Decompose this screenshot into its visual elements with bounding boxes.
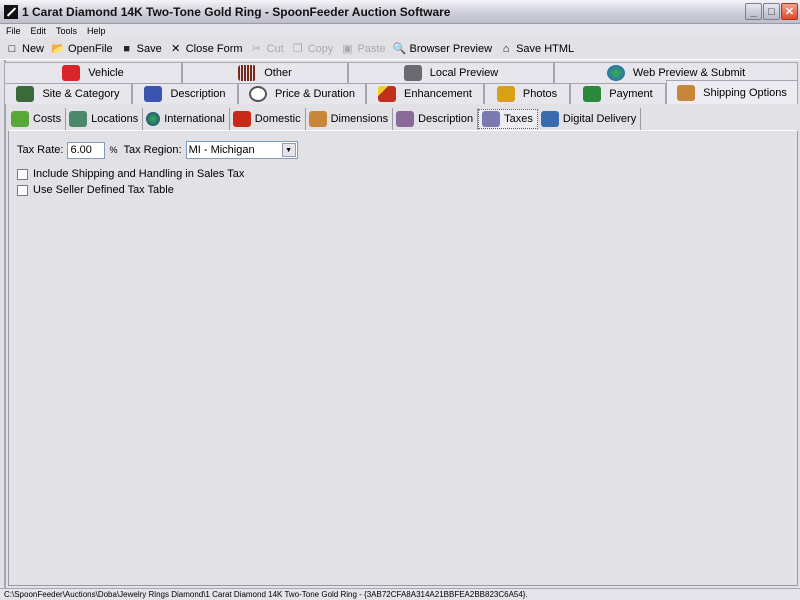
folder-open-icon: 📂 xyxy=(51,43,65,55)
building-icon xyxy=(69,111,88,127)
magnifier-icon: 🔍 xyxy=(392,43,407,55)
include-shipping-row[interactable]: Include Shipping and Handling in Sales T… xyxy=(17,168,244,180)
tree-icon xyxy=(16,86,35,102)
tab-payment[interactable]: Payment xyxy=(570,83,666,104)
car-icon xyxy=(62,65,81,81)
new-file-icon: □ xyxy=(8,42,16,55)
save-html-button[interactable]: ⌂ Save HTML xyxy=(500,43,574,55)
percent-label: % xyxy=(109,145,118,155)
shapes-icon xyxy=(396,111,415,127)
maximize-button[interactable]: □ xyxy=(763,3,780,20)
tab-row-2: Site & Category Description Price & Dura… xyxy=(4,80,798,104)
include-shipping-label: Include Shipping and Handling in Sales T… xyxy=(33,168,245,180)
film-icon xyxy=(496,86,515,102)
menu-file[interactable]: File xyxy=(0,26,25,36)
minimize-button[interactable]: _ xyxy=(745,3,762,20)
subtab-description[interactable]: Description xyxy=(393,108,479,130)
shipping-subtabs: Costs Locations International Domestic D… xyxy=(8,108,642,130)
close-button[interactable]: ✕ xyxy=(781,3,798,20)
clock-icon xyxy=(248,86,267,102)
new-button[interactable]: □ New xyxy=(6,43,44,55)
subtab-taxes[interactable]: Taxes xyxy=(478,109,538,129)
tax-fields-row: Tax Rate: 6.00 % Tax Region: MI - Michig… xyxy=(17,141,298,159)
tax-rate-input[interactable]: 6.00 xyxy=(67,141,106,159)
tax-region-select[interactable]: MI - Michigan ▼ xyxy=(185,141,298,159)
taxes-panel: Tax Rate: 6.00 % Tax Region: MI - Michig… xyxy=(8,130,798,586)
seller-tax-table-row[interactable]: Use Seller Defined Tax Table xyxy=(17,184,174,196)
subtab-international[interactable]: International xyxy=(143,108,230,130)
save-button[interactable]: ■ Save xyxy=(121,42,161,55)
monitor-icon xyxy=(403,65,422,81)
close-x-icon: ✕ xyxy=(171,43,181,55)
magic-wand-icon xyxy=(378,86,397,102)
tab-description[interactable]: Description xyxy=(132,83,238,104)
window-title: 1 Carat Diamond 14K Two-Tone Gold Ring -… xyxy=(22,4,451,19)
subtab-digital-delivery[interactable]: Digital Delivery xyxy=(538,108,642,130)
tax-icon xyxy=(482,111,501,127)
floppy-icon: ■ xyxy=(123,42,130,55)
dropdown-arrow-icon[interactable]: ▼ xyxy=(281,143,296,157)
include-shipping-checkbox[interactable] xyxy=(17,168,28,180)
app-icon xyxy=(4,4,18,19)
scissors-icon: ✂ xyxy=(251,43,262,55)
browser-preview-button[interactable]: 🔍 Browser Preview xyxy=(392,43,492,56)
menu-bar: File Edit Tools Help xyxy=(0,24,800,38)
globe-icon xyxy=(606,65,625,81)
digital-delivery-icon xyxy=(540,111,559,127)
subtab-costs[interactable]: Costs xyxy=(8,108,67,130)
edit-document-icon xyxy=(144,86,163,102)
subtab-domestic[interactable]: Domestic xyxy=(230,108,306,130)
open-file-button[interactable]: 📂 OpenFile xyxy=(51,43,112,56)
subtab-locations[interactable]: Locations xyxy=(66,108,144,130)
menu-edit[interactable]: Edit xyxy=(25,26,51,36)
seller-tax-table-checkbox[interactable] xyxy=(17,184,28,196)
tax-region-label: Tax Region: xyxy=(123,144,182,156)
title-bar: 1 Carat Diamond 14K Two-Tone Gold Ring -… xyxy=(0,0,800,24)
copy-button[interactable]: ❐ Copy xyxy=(292,43,334,56)
package-icon xyxy=(677,84,696,101)
paste-button[interactable]: ▣ Paste xyxy=(341,43,385,56)
tab-enhancement[interactable]: Enhancement xyxy=(366,83,484,104)
window-frame xyxy=(0,60,6,590)
clipboard-icon: ▣ xyxy=(342,43,353,55)
copy-icon: ❐ xyxy=(292,43,303,55)
tax-rate-label: Tax Rate: xyxy=(17,144,64,156)
close-form-button[interactable]: ✕ Close Form xyxy=(170,43,242,56)
subtab-dimensions[interactable]: Dimensions xyxy=(306,108,394,130)
toolbar: □ New 📂 OpenFile ■ Save ✕ Close Form ✂ Cut ❐ C… xyxy=(0,38,800,60)
menu-help[interactable]: Help xyxy=(81,26,110,36)
tab-price-duration[interactable]: Price & Duration xyxy=(238,83,366,104)
tab-vehicle[interactable]: Vehicle xyxy=(4,62,182,83)
house-icon xyxy=(232,111,251,127)
globe-icon xyxy=(146,112,161,126)
status-bar: C:\SpoonFeeder\Auctions\Doba\Jewelry Rin… xyxy=(0,588,800,600)
payment-icon xyxy=(583,86,602,102)
tab-local-preview[interactable]: Local Preview xyxy=(348,62,554,83)
seller-tax-table-label: Use Seller Defined Tax Table xyxy=(33,184,174,196)
tab-other[interactable]: Other xyxy=(182,62,348,83)
html-house-icon: ⌂ xyxy=(502,42,510,55)
cut-button[interactable]: ✂ Cut xyxy=(251,43,284,56)
barcode-icon xyxy=(238,65,257,81)
tab-shipping-options[interactable]: Shipping Options xyxy=(666,80,798,104)
menu-tools[interactable]: Tools xyxy=(50,26,81,36)
tab-photos[interactable]: Photos xyxy=(484,83,570,104)
box-icon xyxy=(308,111,327,127)
tab-site-category[interactable]: Site & Category xyxy=(4,83,132,104)
money-icon xyxy=(11,111,29,127)
